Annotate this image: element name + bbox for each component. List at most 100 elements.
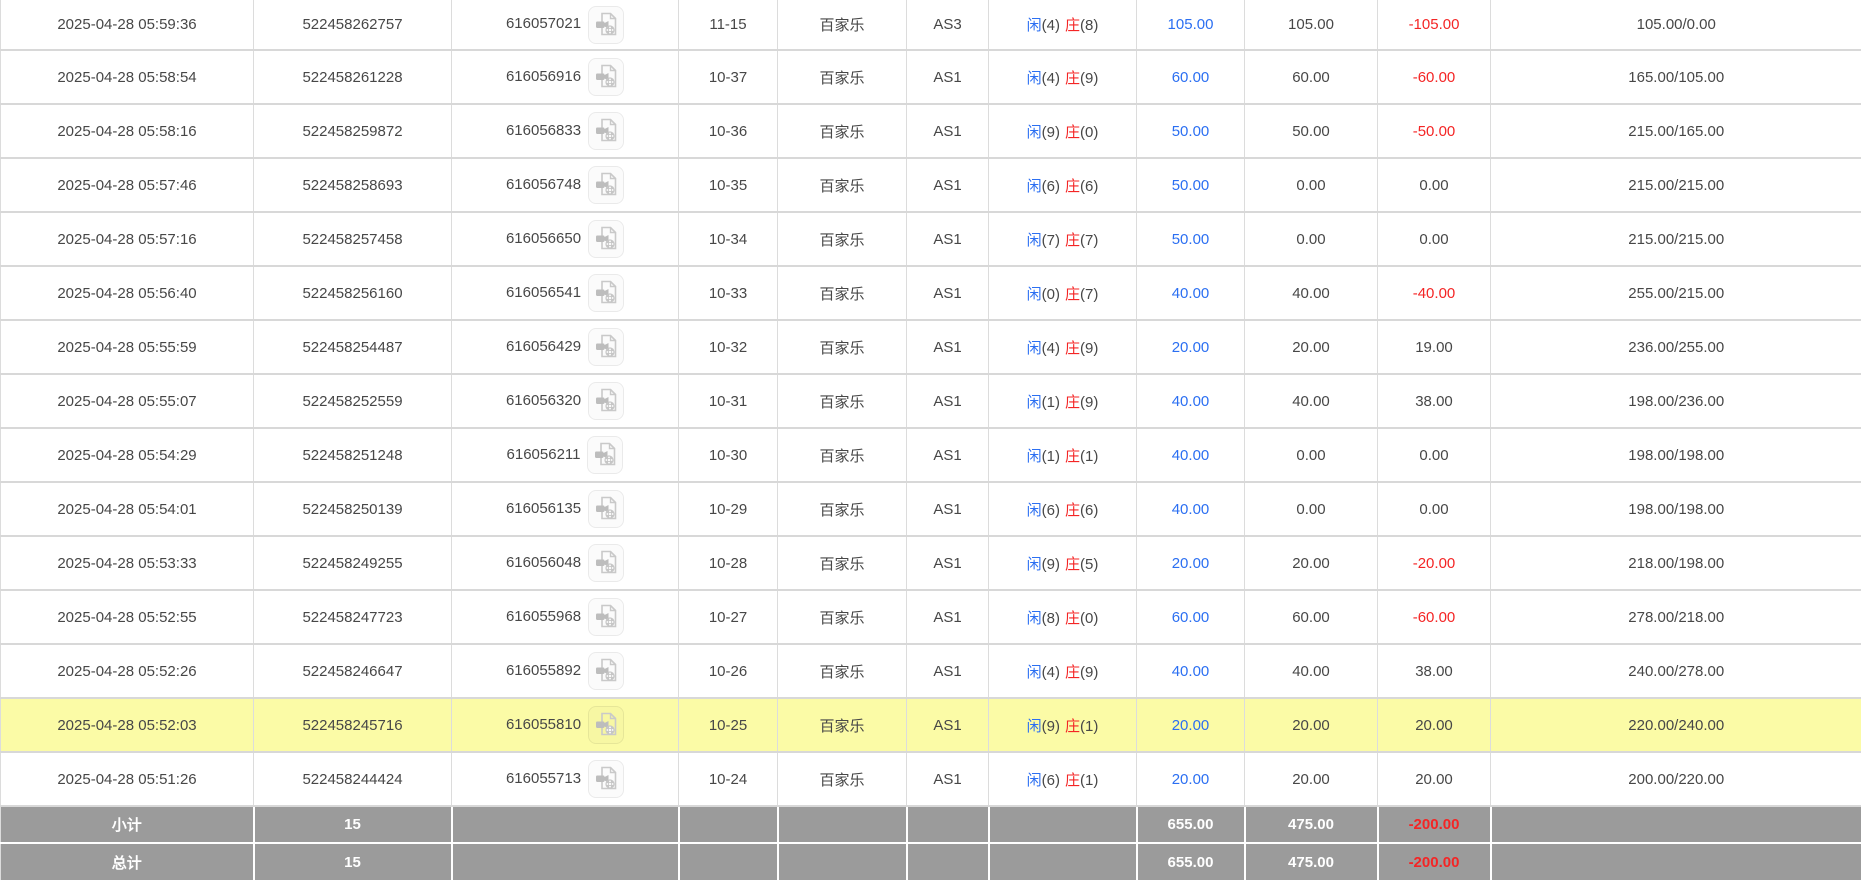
bet-record-row[interactable]: 2025-04-28 05:57:46 522458258693 6160567… [1,158,1861,212]
bet-record-row[interactable]: 2025-04-28 05:54:01 522458250139 6160561… [1,482,1861,536]
cell-bet-id: 522458257458 [254,212,452,266]
cell-bet-amount: 40.00 [1137,644,1245,698]
player-points: (1) [1042,394,1060,411]
bet-amount-link[interactable]: 50.00 [1172,177,1210,194]
bet-amount-link[interactable]: 20.00 [1172,771,1210,788]
bet-record-row[interactable]: 2025-04-28 05:55:59 522458254487 6160564… [1,320,1861,374]
bet-record-row[interactable]: 2025-04-28 05:57:16 522458257458 6160566… [1,212,1861,266]
bet-record-row[interactable]: 2025-04-28 05:51:26 522458244424 6160557… [1,752,1861,806]
subtotal-empty-cell [679,806,778,843]
bet-amount-link[interactable]: 40.00 [1172,393,1210,410]
banker-points: (1) [1080,772,1098,789]
cell-game-type: 百家乐 [778,50,907,104]
bet-amount-link[interactable]: 60.00 [1172,609,1210,626]
player-label: 闲 [1027,448,1042,465]
video-replay-icon[interactable] [588,760,624,798]
video-replay-icon[interactable] [587,436,623,474]
cell-bet-time: 2025-04-28 05:52:55 [1,590,254,644]
cell-balance: 218.00/198.00 [1491,536,1861,590]
cell-bet-id: 522458246647 [254,644,452,698]
bet-amount-link[interactable]: 20.00 [1172,339,1210,356]
cell-table-id: AS1 [907,698,989,752]
bet-amount-link[interactable]: 50.00 [1172,231,1210,248]
cell-bet-amount: 50.00 [1137,212,1245,266]
cell-win-loss: -20.00 [1378,536,1491,590]
cell-balance: 198.00/236.00 [1491,374,1861,428]
video-replay-icon[interactable] [588,6,624,44]
video-replay-icon[interactable] [588,166,624,204]
video-replay-icon[interactable] [588,328,624,366]
cell-bet-time: 2025-04-28 05:57:46 [1,158,254,212]
cell-game-type: 百家乐 [778,590,907,644]
bet-record-row[interactable]: 2025-04-28 05:53:33 522458249255 6160560… [1,536,1861,590]
player-points: (1) [1042,448,1060,465]
bet-record-row[interactable]: 2025-04-28 05:56:40 522458256160 6160565… [1,266,1861,320]
bet-record-row[interactable]: 2025-04-28 05:54:29 522458251248 6160562… [1,428,1861,482]
cell-round-id: 616056748 [452,158,679,212]
video-replay-icon[interactable] [588,598,624,636]
bet-amount-link[interactable]: 60.00 [1172,69,1210,86]
subtotal-empty-cell [778,806,907,843]
cell-bet-id: 522458254487 [254,320,452,374]
video-replay-icon[interactable] [588,220,624,258]
total-count: 15 [254,843,452,880]
cell-table-id: AS1 [907,158,989,212]
cell-result: 闲(7)庄(7) [989,212,1137,266]
bet-amount-link[interactable]: 50.00 [1172,123,1210,140]
bet-amount-link[interactable]: 40.00 [1172,501,1210,518]
bet-amount-link[interactable]: 20.00 [1172,717,1210,734]
cell-bet-time: 2025-04-28 05:53:33 [1,536,254,590]
cell-bet-id: 522458250139 [254,482,452,536]
total-bet-amount: 655.00 [1137,843,1245,880]
video-replay-icon[interactable] [588,58,624,96]
bet-record-row[interactable]: 2025-04-28 05:52:26 522458246647 6160558… [1,644,1861,698]
bet-record-row[interactable]: 2025-04-28 05:52:55 522458247723 6160559… [1,590,1861,644]
cell-bet-amount: 40.00 [1137,374,1245,428]
bet-record-row[interactable]: 2025-04-28 05:58:54 522458261228 6160569… [1,50,1861,104]
bet-record-row[interactable]: 2025-04-28 05:59:36 522458262757 6160570… [1,0,1861,50]
cell-bet-time: 2025-04-28 05:51:26 [1,752,254,806]
round-id-text: 616056541 [506,284,581,301]
bet-amount-link[interactable]: 40.00 [1172,447,1210,464]
video-replay-icon[interactable] [588,274,624,312]
player-label: 闲 [1027,286,1042,303]
cell-win-loss: -50.00 [1378,104,1491,158]
banker-label: 庄 [1065,124,1080,141]
bet-amount-link[interactable]: 20.00 [1172,555,1210,572]
cell-game-type: 百家乐 [778,482,907,536]
cell-bet-time: 2025-04-28 05:57:16 [1,212,254,266]
video-replay-icon[interactable] [588,706,624,744]
bet-amount-link[interactable]: 40.00 [1172,285,1210,302]
video-replay-icon[interactable] [588,382,624,420]
round-id-text: 616055892 [506,662,581,679]
player-points: (6) [1042,502,1060,519]
bet-record-row[interactable]: 2025-04-28 05:52:03 522458245716 6160558… [1,698,1861,752]
cell-game-type: 百家乐 [778,698,907,752]
player-points: (6) [1042,772,1060,789]
banker-label: 庄 [1065,502,1080,519]
cell-bet-time: 2025-04-28 05:54:29 [1,428,254,482]
cell-round-id: 616056135 [452,482,679,536]
video-replay-icon[interactable] [588,490,624,528]
banker-points: (7) [1080,232,1098,249]
cell-bet-amount: 20.00 [1137,752,1245,806]
video-replay-icon[interactable] [588,652,624,690]
cell-round-id: 616055968 [452,590,679,644]
cell-bet-time: 2025-04-28 05:52:03 [1,698,254,752]
bet-record-row[interactable]: 2025-04-28 05:55:07 522458252559 6160563… [1,374,1861,428]
cell-valid-amount: 0.00 [1245,428,1378,482]
cell-valid-amount: 50.00 [1245,104,1378,158]
player-label: 闲 [1027,17,1042,34]
cell-round-id: 616056833 [452,104,679,158]
cell-game-type: 百家乐 [778,104,907,158]
bet-record-row[interactable]: 2025-04-28 05:58:16 522458259872 6160568… [1,104,1861,158]
video-replay-icon[interactable] [588,112,624,150]
cell-game-type: 百家乐 [778,212,907,266]
banker-label: 庄 [1065,664,1080,681]
bet-amount-link[interactable]: 105.00 [1168,16,1214,33]
video-replay-icon[interactable] [588,544,624,582]
cell-balance: 198.00/198.00 [1491,482,1861,536]
bet-amount-link[interactable]: 40.00 [1172,663,1210,680]
round-id-text: 616056916 [506,68,581,85]
cell-valid-amount: 40.00 [1245,644,1378,698]
